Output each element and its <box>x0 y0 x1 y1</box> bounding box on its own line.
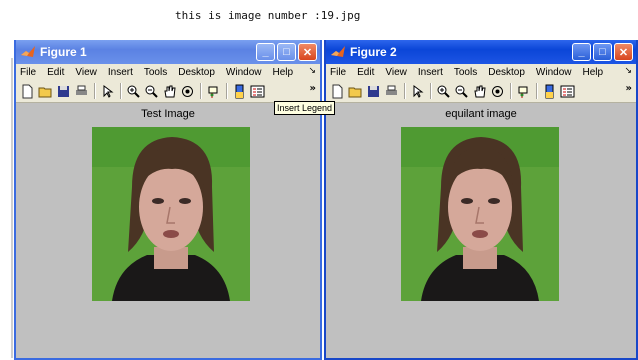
axes-title: equilant image <box>445 108 517 120</box>
matlab-logo-icon <box>330 44 346 60</box>
rotate-3d-icon[interactable] <box>489 83 506 100</box>
matlab-logo-icon <box>20 44 36 60</box>
data-cursor-icon[interactable] <box>205 83 222 100</box>
menu-file[interactable]: File <box>20 67 36 78</box>
figure-2-titlebar[interactable]: Figure 2 _ □ ✕ <box>326 40 636 64</box>
insert-legend-tooltip: Insert Legend <box>274 101 336 115</box>
print-icon[interactable] <box>73 83 90 100</box>
edit-plot-arrow-icon[interactable] <box>99 83 116 100</box>
figure-2-canvas: equilant image <box>326 103 636 359</box>
figure-1-toolbar: » <box>16 80 320 103</box>
open-file-icon[interactable] <box>37 83 54 100</box>
menu-view[interactable]: View <box>75 67 97 78</box>
rotate-3d-icon[interactable] <box>179 83 196 100</box>
toolbar-separator <box>510 83 512 99</box>
menu-view[interactable]: View <box>385 67 407 78</box>
console-output-line: this is image number :19.jpg <box>175 9 361 22</box>
save-icon[interactable] <box>365 83 382 100</box>
close-button[interactable]: ✕ <box>614 43 633 61</box>
menu-desktop[interactable]: Desktop <box>178 67 215 78</box>
figure-1-titlebar[interactable]: Figure 1 _ □ ✕ <box>16 40 320 64</box>
figure-window-1[interactable]: Figure 1 _ □ ✕ File Edit View Insert Too… <box>14 40 322 360</box>
zoom-in-icon[interactable] <box>125 83 142 100</box>
toolbar-separator <box>120 83 122 99</box>
figure-1-canvas: Test Image <box>16 103 320 359</box>
minimize-button[interactable]: _ <box>256 43 275 61</box>
pan-hand-icon[interactable] <box>161 83 178 100</box>
print-icon[interactable] <box>383 83 400 100</box>
face-image <box>92 127 250 301</box>
menu-insert[interactable]: Insert <box>418 67 443 78</box>
maximize-button[interactable]: □ <box>593 43 612 61</box>
menu-window[interactable]: Window <box>226 67 262 78</box>
menu-help[interactable]: Help <box>273 67 294 78</box>
toolbar-separator <box>226 83 228 99</box>
menu-file[interactable]: File <box>330 67 346 78</box>
figure-window-2[interactable]: Figure 2 _ □ ✕ File Edit View Insert Too… <box>324 40 638 360</box>
figure-title: Figure 2 <box>350 45 397 59</box>
new-figure-icon[interactable] <box>19 83 36 100</box>
close-button[interactable]: ✕ <box>298 43 317 61</box>
console-border <box>11 58 13 358</box>
data-cursor-icon[interactable] <box>515 83 532 100</box>
face-image <box>401 127 559 301</box>
toolbar-separator <box>200 83 202 99</box>
toolbar-separator <box>404 83 406 99</box>
menu-edit[interactable]: Edit <box>357 67 374 78</box>
menu-overflow-icon[interactable]: ↘ <box>624 65 632 76</box>
figure-2-toolbar: » <box>326 80 636 103</box>
toolbar-overflow-icon[interactable]: » <box>310 83 316 94</box>
open-file-icon[interactable] <box>347 83 364 100</box>
insert-legend-icon[interactable] <box>559 83 576 100</box>
menu-insert[interactable]: Insert <box>108 67 133 78</box>
zoom-out-icon[interactable] <box>453 83 470 100</box>
zoom-out-icon[interactable] <box>143 83 160 100</box>
zoom-in-icon[interactable] <box>435 83 452 100</box>
edit-plot-arrow-icon[interactable] <box>409 83 426 100</box>
insert-legend-icon[interactable] <box>249 83 266 100</box>
menu-tools[interactable]: Tools <box>454 67 477 78</box>
menu-help[interactable]: Help <box>583 67 604 78</box>
minimize-button[interactable]: _ <box>572 43 591 61</box>
toolbar-separator <box>430 83 432 99</box>
insert-colorbar-icon[interactable] <box>541 83 558 100</box>
figure-1-menubar: File Edit View Insert Tools Desktop Wind… <box>16 64 320 80</box>
maximize-button[interactable]: □ <box>277 43 296 61</box>
figure-title: Figure 1 <box>40 45 87 59</box>
menu-tools[interactable]: Tools <box>144 67 167 78</box>
menu-window[interactable]: Window <box>536 67 572 78</box>
menu-edit[interactable]: Edit <box>47 67 64 78</box>
new-figure-icon[interactable] <box>329 83 346 100</box>
toolbar-separator <box>94 83 96 99</box>
menu-desktop[interactable]: Desktop <box>488 67 525 78</box>
figure-2-menubar: File Edit View Insert Tools Desktop Wind… <box>326 64 636 80</box>
save-icon[interactable] <box>55 83 72 100</box>
pan-hand-icon[interactable] <box>471 83 488 100</box>
insert-colorbar-icon[interactable] <box>231 83 248 100</box>
toolbar-overflow-icon[interactable]: » <box>626 83 632 94</box>
menu-overflow-icon[interactable]: ↘ <box>308 65 316 76</box>
toolbar-separator <box>536 83 538 99</box>
